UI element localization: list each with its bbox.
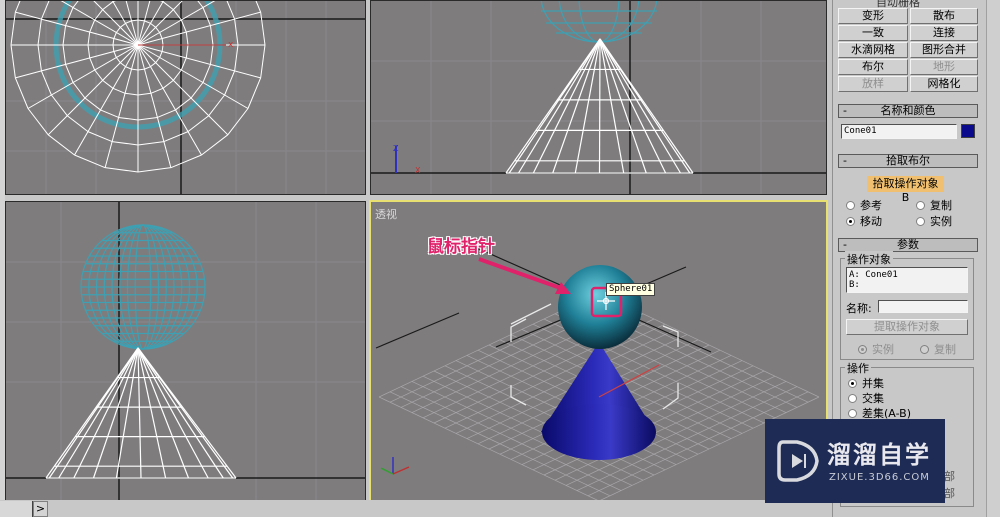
watermark-badge: 溜溜自学 ZIXUE.3D66.COM [765,419,945,503]
watermark-url: ZIXUE.3D66.COM [829,472,930,483]
operand-b[interactable]: B: [849,280,967,290]
operand-name-input[interactable] [878,300,968,313]
sphere-object [558,265,642,349]
svg-text:x: x [228,40,234,50]
viewport-left[interactable] [5,201,366,507]
time-slider[interactable] [0,501,33,517]
extract-operand-button[interactable]: 提取操作对象 [846,319,968,335]
object-color-swatch[interactable] [961,124,975,138]
annotation-label: 鼠标指针 [427,237,495,257]
object-type-button[interactable]: 图形合并 [910,42,978,58]
operand-a[interactable]: A: Cone01 [849,270,967,280]
operation-group-title: 操作 [845,360,871,376]
object-type-button[interactable]: 水滴网格 [838,42,908,58]
front-view-canvas: Z X [371,1,826,194]
object-type-button[interactable]: 地形 [910,59,978,75]
watermark-title: 溜溜自学 [827,441,931,469]
rollout-title: 拾取布尔 [886,154,930,167]
radio-intersection[interactable]: 交集 [848,390,884,406]
object-tooltip: Sphere01 [606,283,656,296]
sphere-wire-left [80,224,206,350]
cone-wire-left [45,347,237,479]
rollout-name-color[interactable]: - 名称和颜色 [838,104,978,118]
radio-move[interactable]: 移动 [846,213,882,229]
rollout-title: 参数 [897,238,919,251]
time-next-button[interactable]: > [33,501,48,517]
rollout-title: 名称和颜色 [880,104,936,117]
play-logo-icon [777,440,819,482]
cone-wire-top [10,1,266,173]
svg-text:Z: Z [393,144,399,153]
partial-label: 部 [944,470,955,483]
object-type-button[interactable]: 放样 [838,76,908,92]
partial-label: 部 [944,487,955,500]
object-type-button[interactable]: 网格化 [910,76,978,92]
object-type-button[interactable]: 一致 [838,25,908,41]
radio-extract-instance[interactable]: 实例 [858,341,894,357]
annotation-arrow [478,257,571,294]
object-type-button[interactable]: 变形 [838,8,908,24]
panel-scrollbar[interactable] [986,0,1000,517]
viewport-top[interactable]: x [5,0,366,195]
viewport-front[interactable]: Z X [370,0,827,195]
pick-operand-b-button[interactable]: 拾取操作对象 B [867,176,944,204]
boolean-button[interactable]: 布尔 [838,59,908,75]
object-name-input[interactable]: Cone01 [841,124,957,139]
operand-name-label: 名称: [846,302,872,315]
radio-extract-copy[interactable]: 复制 [920,341,956,357]
svg-text:X: X [415,166,421,175]
radio-instance[interactable]: 实例 [916,213,952,229]
time-slider-bar [0,500,830,517]
left-view-canvas [6,202,365,506]
top-view-canvas: x [6,1,365,194]
rollout-parameters[interactable]: - 参数 [838,238,978,252]
radio-copy[interactable]: 复制 [916,197,952,213]
cone-wire-front [505,38,694,174]
operands-group-title: 操作对象 [845,251,893,267]
object-type-button[interactable]: 连接 [910,25,978,41]
radio-union[interactable]: 并集 [848,375,884,391]
object-type-button[interactable]: 散布 [910,8,978,24]
view-axis-tripod [380,457,410,475]
operands-list[interactable]: A: Cone01 B: [846,267,968,293]
rollout-pick-boolean[interactable]: - 拾取布尔 [838,154,978,168]
radio-reference[interactable]: 参考 [846,197,882,213]
sphere-wire-front [540,1,658,43]
